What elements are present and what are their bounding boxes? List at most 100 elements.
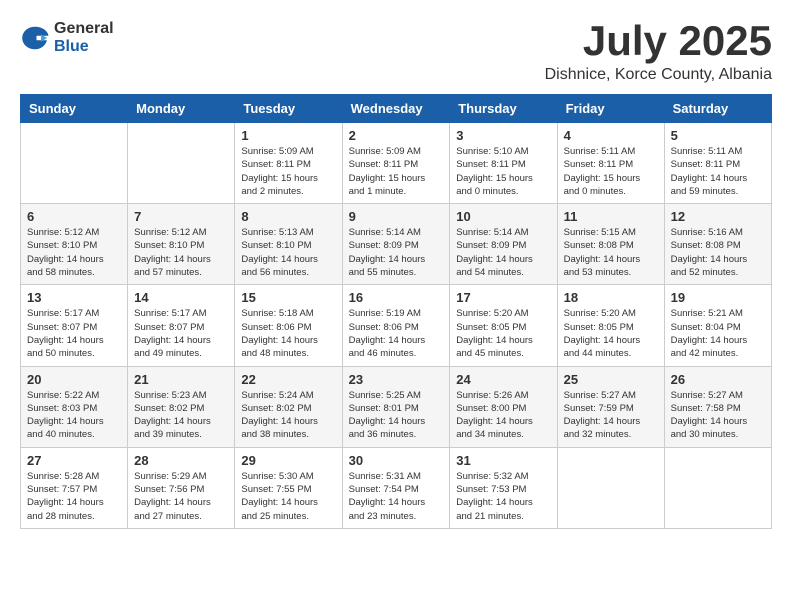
calendar-cell: 10 Sunrise: 5:14 AM Sunset: 8:09 PM Dayli… <box>450 204 557 285</box>
day-number: 25 <box>564 372 658 387</box>
day-number: 8 <box>241 209 335 224</box>
calendar-cell: 31 Sunrise: 5:32 AM Sunset: 7:53 PM Dayli… <box>450 447 557 528</box>
day-info: Sunrise: 5:10 AM Sunset: 8:11 PM Dayligh… <box>456 145 550 198</box>
calendar-cell: 12 Sunrise: 5:16 AM Sunset: 8:08 PM Dayli… <box>664 204 771 285</box>
calendar-cell: 20 Sunrise: 5:22 AM Sunset: 8:03 PM Dayli… <box>21 366 128 447</box>
logo-icon <box>20 23 50 53</box>
day-number: 13 <box>27 290 121 305</box>
day-number: 16 <box>349 290 444 305</box>
calendar-cell: 27 Sunrise: 5:28 AM Sunset: 7:57 PM Dayli… <box>21 447 128 528</box>
day-number: 19 <box>671 290 765 305</box>
day-number: 30 <box>349 453 444 468</box>
day-info: Sunrise: 5:17 AM Sunset: 8:07 PM Dayligh… <box>134 307 228 360</box>
calendar-cell: 6Sunrise: 5:12 AM Sunset: 8:10 PM Daylig… <box>21 204 128 285</box>
day-number: 28 <box>134 453 228 468</box>
calendar-cell: 25 Sunrise: 5:27 AM Sunset: 7:59 PM Dayli… <box>557 366 664 447</box>
calendar-cell <box>664 447 771 528</box>
day-info: Sunrise: 5:24 AM Sunset: 8:02 PM Dayligh… <box>241 389 335 442</box>
day-number: 14 <box>134 290 228 305</box>
day-info: Sunrise: 5:11 AM Sunset: 8:11 PM Dayligh… <box>671 145 765 198</box>
day-info: Sunrise: 5:21 AM Sunset: 8:04 PM Dayligh… <box>671 307 765 360</box>
day-number: 23 <box>349 372 444 387</box>
day-number: 3 <box>456 128 550 143</box>
weekday-header: Sunday <box>21 95 128 123</box>
day-number: 11 <box>564 209 658 224</box>
day-number: 10 <box>456 209 550 224</box>
calendar-cell: 30Sunrise: 5:31 AM Sunset: 7:54 PM Dayli… <box>342 447 450 528</box>
calendar-week-row: 20 Sunrise: 5:22 AM Sunset: 8:03 PM Dayli… <box>21 366 772 447</box>
day-info: Sunrise: 5:17 AM Sunset: 8:07 PM Dayligh… <box>27 307 121 360</box>
calendar-cell: 21Sunrise: 5:23 AM Sunset: 8:02 PM Dayli… <box>128 366 235 447</box>
calendar-cell: 5 Sunrise: 5:11 AM Sunset: 8:11 PM Daylig… <box>664 123 771 204</box>
logo-blue: Blue <box>54 38 114 56</box>
day-number: 26 <box>671 372 765 387</box>
day-number: 18 <box>564 290 658 305</box>
day-info: Sunrise: 5:27 AM Sunset: 7:59 PM Dayligh… <box>564 389 658 442</box>
day-number: 17 <box>456 290 550 305</box>
weekday-header-row: SundayMondayTuesdayWednesdayThursdayFrid… <box>21 95 772 123</box>
calendar-cell: 15 Sunrise: 5:18 AM Sunset: 8:06 PM Dayli… <box>235 285 342 366</box>
day-info: Sunrise: 5:14 AM Sunset: 8:09 PM Dayligh… <box>349 226 444 279</box>
calendar-week-row: 27 Sunrise: 5:28 AM Sunset: 7:57 PM Dayli… <box>21 447 772 528</box>
day-info: Sunrise: 5:22 AM Sunset: 8:03 PM Dayligh… <box>27 389 121 442</box>
day-info: Sunrise: 5:12 AM Sunset: 8:10 PM Dayligh… <box>27 226 121 279</box>
day-number: 5 <box>671 128 765 143</box>
calendar-week-row: 13 Sunrise: 5:17 AM Sunset: 8:07 PM Dayli… <box>21 285 772 366</box>
calendar-cell: 23 Sunrise: 5:25 AM Sunset: 8:01 PM Dayli… <box>342 366 450 447</box>
day-info: Sunrise: 5:28 AM Sunset: 7:57 PM Dayligh… <box>27 470 121 523</box>
day-info: Sunrise: 5:25 AM Sunset: 8:01 PM Dayligh… <box>349 389 444 442</box>
day-info: Sunrise: 5:26 AM Sunset: 8:00 PM Dayligh… <box>456 389 550 442</box>
day-number: 12 <box>671 209 765 224</box>
weekday-header: Saturday <box>664 95 771 123</box>
day-number: 24 <box>456 372 550 387</box>
day-info: Sunrise: 5:32 AM Sunset: 7:53 PM Dayligh… <box>456 470 550 523</box>
calendar-cell: 16Sunrise: 5:19 AM Sunset: 8:06 PM Dayli… <box>342 285 450 366</box>
calendar-cell: 18 Sunrise: 5:20 AM Sunset: 8:05 PM Dayli… <box>557 285 664 366</box>
calendar-cell: 29Sunrise: 5:30 AM Sunset: 7:55 PM Dayli… <box>235 447 342 528</box>
calendar-cell: 3 Sunrise: 5:10 AM Sunset: 8:11 PM Daylig… <box>450 123 557 204</box>
day-info: Sunrise: 5:11 AM Sunset: 8:11 PM Dayligh… <box>564 145 658 198</box>
weekday-header: Monday <box>128 95 235 123</box>
day-number: 29 <box>241 453 335 468</box>
day-number: 31 <box>456 453 550 468</box>
day-info: Sunrise: 5:13 AM Sunset: 8:10 PM Dayligh… <box>241 226 335 279</box>
day-info: Sunrise: 5:27 AM Sunset: 7:58 PM Dayligh… <box>671 389 765 442</box>
title-area: July 2025 Dishnice, Korce County, Albani… <box>545 20 772 84</box>
calendar-cell: 19 Sunrise: 5:21 AM Sunset: 8:04 PM Dayli… <box>664 285 771 366</box>
calendar-cell: 2Sunrise: 5:09 AM Sunset: 8:11 PM Daylig… <box>342 123 450 204</box>
day-number: 2 <box>349 128 444 143</box>
day-number: 22 <box>241 372 335 387</box>
day-info: Sunrise: 5:29 AM Sunset: 7:56 PM Dayligh… <box>134 470 228 523</box>
calendar-cell: 7Sunrise: 5:12 AM Sunset: 8:10 PM Daylig… <box>128 204 235 285</box>
day-number: 15 <box>241 290 335 305</box>
day-info: Sunrise: 5:18 AM Sunset: 8:06 PM Dayligh… <box>241 307 335 360</box>
calendar-cell: 4 Sunrise: 5:11 AM Sunset: 8:11 PM Daylig… <box>557 123 664 204</box>
calendar-cell: 17 Sunrise: 5:20 AM Sunset: 8:05 PM Dayli… <box>450 285 557 366</box>
day-number: 20 <box>27 372 121 387</box>
weekday-header: Thursday <box>450 95 557 123</box>
calendar-cell: 9Sunrise: 5:14 AM Sunset: 8:09 PM Daylig… <box>342 204 450 285</box>
calendar-cell: 24 Sunrise: 5:26 AM Sunset: 8:00 PM Dayli… <box>450 366 557 447</box>
day-number: 21 <box>134 372 228 387</box>
day-info: Sunrise: 5:15 AM Sunset: 8:08 PM Dayligh… <box>564 226 658 279</box>
logo: General Blue <box>20 20 114 55</box>
calendar-cell: 26 Sunrise: 5:27 AM Sunset: 7:58 PM Dayli… <box>664 366 771 447</box>
day-info: Sunrise: 5:20 AM Sunset: 8:05 PM Dayligh… <box>456 307 550 360</box>
day-info: Sunrise: 5:20 AM Sunset: 8:05 PM Dayligh… <box>564 307 658 360</box>
calendar-cell: 8 Sunrise: 5:13 AM Sunset: 8:10 PM Daylig… <box>235 204 342 285</box>
calendar-cell: 11 Sunrise: 5:15 AM Sunset: 8:08 PM Dayli… <box>557 204 664 285</box>
day-info: Sunrise: 5:14 AM Sunset: 8:09 PM Dayligh… <box>456 226 550 279</box>
day-number: 7 <box>134 209 228 224</box>
calendar-cell: 22 Sunrise: 5:24 AM Sunset: 8:02 PM Dayli… <box>235 366 342 447</box>
month-title: July 2025 <box>545 20 772 62</box>
day-number: 4 <box>564 128 658 143</box>
day-number: 1 <box>241 128 335 143</box>
day-number: 27 <box>27 453 121 468</box>
weekday-header: Tuesday <box>235 95 342 123</box>
day-info: Sunrise: 5:16 AM Sunset: 8:08 PM Dayligh… <box>671 226 765 279</box>
day-info: Sunrise: 5:09 AM Sunset: 8:11 PM Dayligh… <box>241 145 335 198</box>
logo-text: General Blue <box>54 20 114 55</box>
calendar-cell <box>557 447 664 528</box>
calendar-week-row: 6Sunrise: 5:12 AM Sunset: 8:10 PM Daylig… <box>21 204 772 285</box>
calendar-week-row: 1 Sunrise: 5:09 AM Sunset: 8:11 PM Daylig… <box>21 123 772 204</box>
